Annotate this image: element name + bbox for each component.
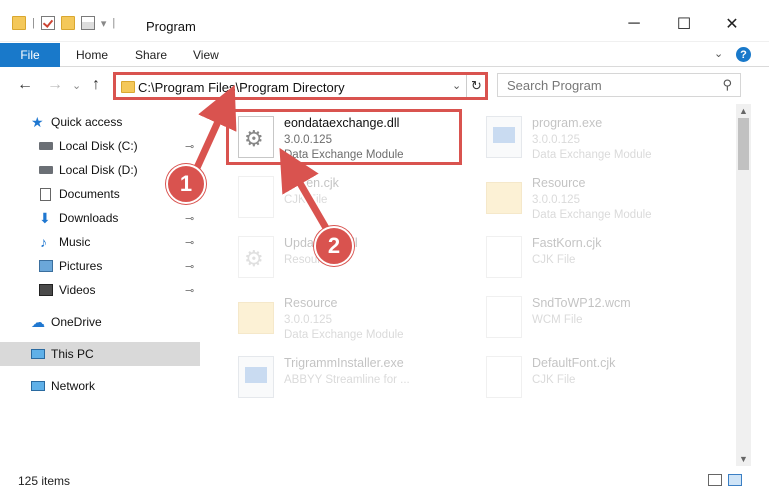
network-icon — [31, 381, 45, 391]
file-icon — [486, 236, 522, 278]
maximize-button[interactable]: ☐ — [674, 14, 694, 34]
properties-icon[interactable] — [80, 16, 95, 30]
file-icon — [486, 296, 522, 338]
scroll-down-icon[interactable]: ▼ — [739, 454, 748, 464]
tab-home[interactable]: Home — [76, 48, 108, 62]
folder-icon — [12, 16, 26, 30]
address-bar[interactable]: C:\Program Files\Program Directory ⌄ ↻ — [113, 72, 488, 100]
disk-icon — [39, 166, 53, 174]
tab-file[interactable]: File — [0, 43, 60, 67]
sidebar-item-quick-access[interactable]: ★ Quick access — [0, 110, 200, 134]
pin-icon[interactable]: ⊸ — [185, 140, 194, 153]
disk-icon — [39, 142, 53, 150]
ribbon-tabs: File Home Share View ⌄ ? — [0, 43, 769, 67]
recent-locations-chevron-icon[interactable]: ⌄ — [72, 79, 81, 92]
title-bar: | ▾ | Program ─ ☐ ✕ — [0, 0, 769, 42]
search-icon[interactable]: ⚲ — [722, 77, 732, 93]
sidebar-item-downloads[interactable]: ⬇ Downloads ⊸ — [0, 206, 200, 230]
folder-icon — [238, 302, 274, 334]
gear-file-icon: ⚙ — [238, 236, 274, 278]
tab-share[interactable]: Share — [135, 48, 167, 62]
folder-icon — [486, 182, 522, 214]
window-title: Program — [146, 19, 196, 34]
scroll-up-icon[interactable]: ▲ — [739, 106, 748, 116]
address-dropdown-icon[interactable]: ⌄ — [452, 79, 461, 92]
sidebar-item-pictures[interactable]: Pictures ⊸ — [0, 254, 200, 278]
tiles-view-icon[interactable] — [728, 474, 742, 486]
file-item-resource-folder-2[interactable]: Resource 3.0.0.125 Data Exchange Module — [222, 288, 462, 344]
file-item-sndtowp12[interactable]: SndToWP12.wcm WCM File — [470, 288, 710, 344]
sidebar-item-network[interactable]: Network — [0, 374, 200, 398]
scrollbar-thumb[interactable] — [738, 118, 749, 170]
search-input[interactable]: Search Program ⚲ — [497, 73, 741, 97]
details-view-icon[interactable] — [708, 474, 722, 486]
vertical-scrollbar[interactable]: ▲ ▼ — [736, 104, 751, 466]
file-icon — [486, 356, 522, 398]
sidebar-item-onedrive[interactable]: ☁ OneDrive — [0, 310, 200, 334]
video-icon — [39, 284, 53, 296]
exe-icon — [486, 116, 522, 158]
file-item-trigramminstaller[interactable]: TrigrammInstaller.exe ABBYY Streamline f… — [222, 348, 462, 404]
pin-icon[interactable]: ⊸ — [185, 212, 194, 225]
expand-ribbon-chevron-icon[interactable]: ⌄ — [714, 47, 723, 60]
file-icon — [238, 176, 274, 218]
forward-button[interactable]: → — [47, 76, 63, 94]
exe-icon — [238, 356, 274, 398]
cloud-icon: ☁ — [31, 314, 45, 330]
refresh-button[interactable]: ↻ — [466, 75, 486, 97]
properties-check-icon[interactable] — [40, 16, 55, 30]
status-bar: 125 items — [0, 468, 769, 502]
new-folder-icon[interactable] — [60, 16, 75, 30]
customize-toolbar-chevron-icon[interactable]: ▾ — [101, 17, 107, 30]
tab-view[interactable]: View — [193, 48, 219, 62]
sidebar-item-this-pc[interactable]: This PC — [0, 342, 200, 366]
file-item-program-exe[interactable]: program.exe 3.0.0.125 Data Exchange Modu… — [470, 108, 710, 164]
file-highlight-box — [226, 109, 462, 165]
quick-access-toolbar: | ▾ | — [12, 16, 115, 30]
download-icon: ⬇ — [39, 210, 51, 226]
pin-icon[interactable]: ⊸ — [185, 260, 194, 273]
back-button[interactable]: ← — [17, 76, 33, 94]
minimize-button[interactable]: ─ — [624, 14, 644, 34]
help-icon[interactable]: ? — [736, 47, 751, 62]
document-icon — [40, 187, 51, 201]
step-2-badge: 2 — [314, 226, 354, 266]
navigation-pane: ★ Quick access Local Disk (C:) ⊸ Local D… — [0, 106, 200, 466]
pin-icon[interactable]: ⊸ — [185, 236, 194, 249]
pc-icon — [31, 349, 45, 359]
navigation-bar: ← → ⌄ ↑ C:\Program Files\Program Directo… — [0, 68, 769, 104]
file-item-defaultfont[interactable]: DefaultFont.cjk CJK File — [470, 348, 710, 404]
sidebar-item-videos[interactable]: Videos ⊸ — [0, 278, 200, 302]
pin-icon[interactable]: ⊸ — [185, 284, 194, 297]
search-placeholder: Search Program — [507, 78, 602, 93]
star-icon: ★ — [31, 114, 44, 130]
folder-icon — [121, 81, 135, 93]
close-button[interactable]: ✕ — [722, 14, 742, 34]
step-1-badge: 1 — [166, 164, 206, 204]
file-item-fastkorn[interactable]: FastKorn.cjk CJK File — [470, 228, 710, 284]
sidebar-item-local-disk-c[interactable]: Local Disk (C:) ⊸ — [0, 134, 200, 158]
up-button[interactable]: ↑ — [92, 76, 100, 94]
file-item-cjk[interactable]: Kr...en.cjk CJK File — [222, 168, 462, 224]
picture-icon — [39, 260, 53, 272]
file-item-resource-folder[interactable]: Resource 3.0.0.125 Data Exchange Module — [470, 168, 710, 224]
item-count: 125 items — [18, 474, 71, 488]
sidebar-item-music[interactable]: ♪ Music ⊸ — [0, 230, 200, 254]
address-path[interactable]: C:\Program Files\Program Directory — [138, 80, 345, 95]
music-icon: ♪ — [40, 234, 47, 250]
